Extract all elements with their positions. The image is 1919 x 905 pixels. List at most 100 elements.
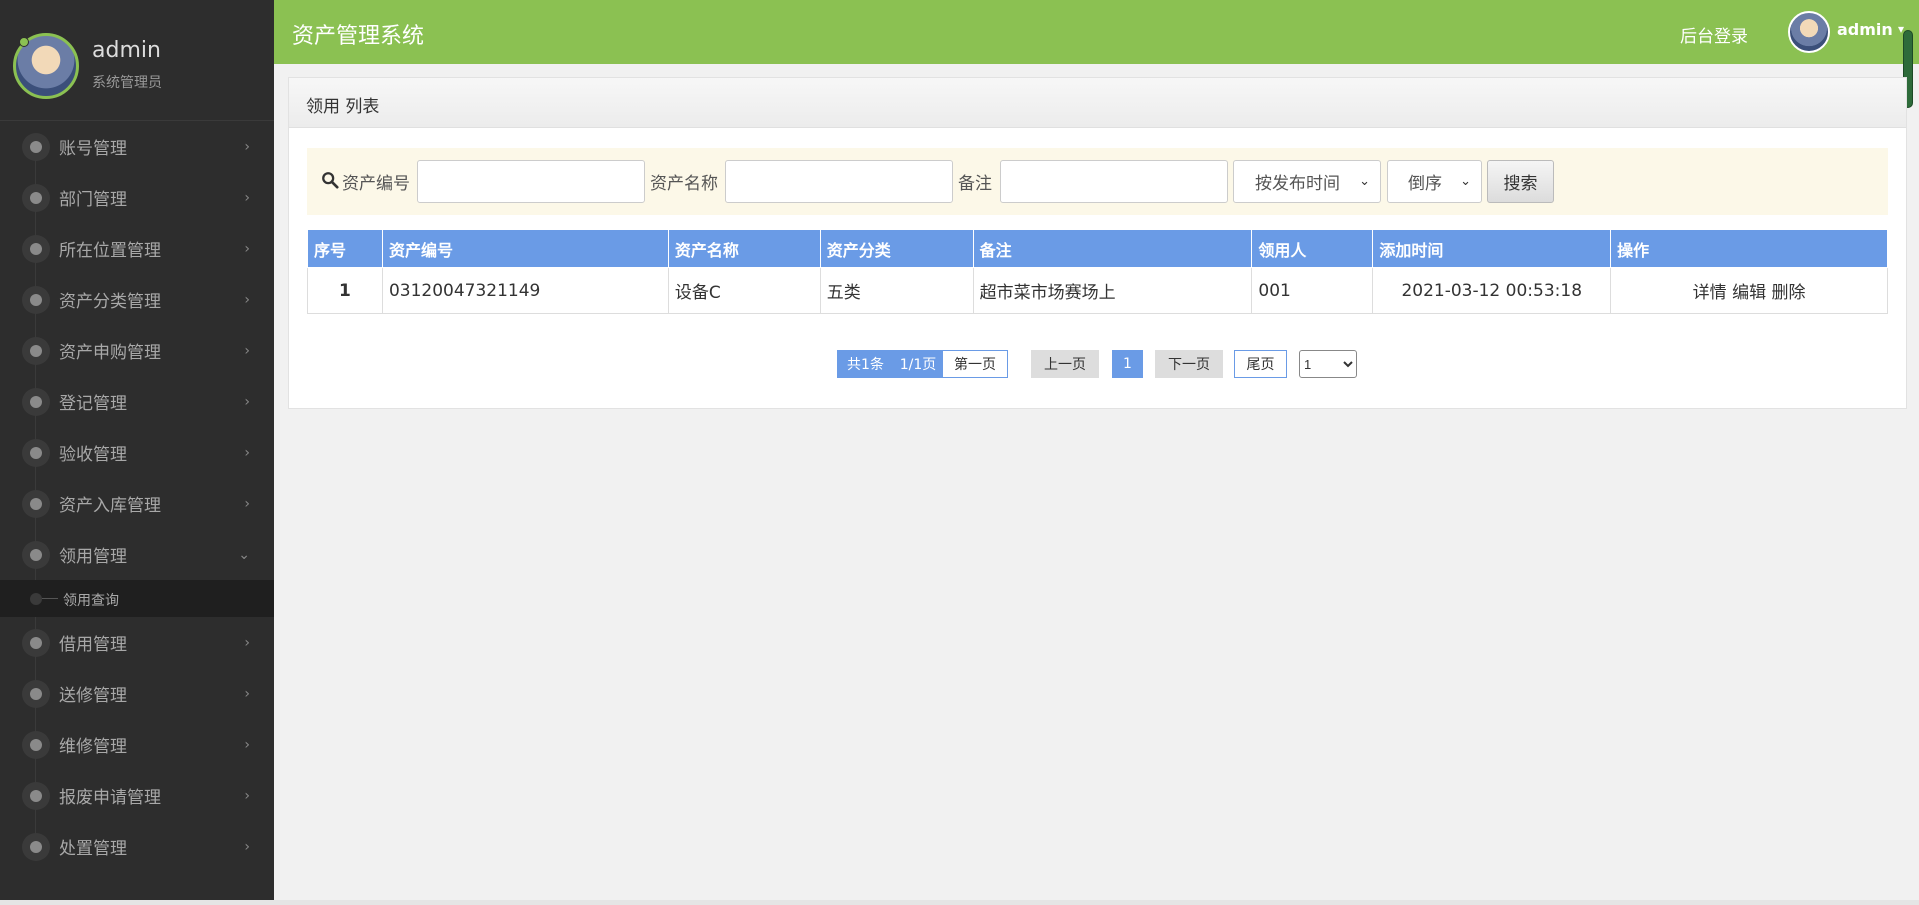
sidebar: admin 系统管理员 账号管理 › 部门管理 › 所在位置管理 › 资产分类管理 › … (0, 0, 274, 905)
user-menu-name[interactable]: admin (1837, 20, 1893, 39)
profile-role: 系统管理员 (92, 75, 162, 91)
chevron-right-icon: › (244, 444, 250, 461)
chevron-right-icon: › (244, 189, 250, 206)
sidebar-menu: 账号管理 › 部门管理 › 所在位置管理 › 资产分类管理 › 资产申购管理 › 登记管理… (0, 121, 274, 872)
globe-icon (22, 235, 50, 263)
sidebar-subitem-label: 领用查询 (63, 593, 119, 609)
globe-icon (22, 629, 50, 657)
pager-next-button[interactable]: 下一页 (1155, 350, 1223, 378)
cell-actions: 详情 编辑 删除 (1610, 267, 1888, 314)
sidebar-item-purchase[interactable]: 资产申购管理 › (0, 325, 274, 376)
column-header-note[interactable]: 备注 (972, 229, 1253, 268)
delete-link[interactable]: 删除 (1771, 283, 1805, 303)
chevron-down-icon: ⌄ (1359, 174, 1370, 189)
pager-prev-button[interactable]: 上一页 (1031, 350, 1099, 378)
user-avatar[interactable] (1788, 11, 1830, 53)
sidebar-item-register[interactable]: 登记管理 › (0, 376, 274, 427)
sort-field-value: 按发布时间 (1255, 174, 1340, 194)
panel-title: 领用 列表 (306, 97, 380, 117)
sidebar-item-disposal[interactable]: 处置管理 › (0, 821, 274, 872)
globe-icon (22, 184, 50, 212)
sidebar-item-department[interactable]: 部门管理 › (0, 172, 274, 223)
pager-first-button[interactable]: 第一页 (942, 350, 1008, 378)
note-input[interactable] (1000, 160, 1228, 203)
sidebar-item-acceptance[interactable]: 验收管理 › (0, 427, 274, 478)
chevron-right-icon: › (244, 393, 250, 410)
chevron-right-icon: › (244, 240, 250, 257)
globe-icon (22, 833, 50, 861)
sidebar-item-label: 资产入库管理 (59, 496, 161, 516)
cell-note: 超市菜市场赛场上 (972, 267, 1253, 314)
pager-last-button[interactable]: 尾页 (1234, 350, 1287, 378)
detail-link[interactable]: 详情 (1693, 283, 1727, 303)
chevron-right-icon: › (244, 291, 250, 308)
sidebar-item-send-repair[interactable]: 送修管理 › (0, 668, 274, 719)
sidebar-item-label: 账号管理 (59, 139, 127, 159)
globe-icon (22, 490, 50, 518)
sidebar-item-scrap-request[interactable]: 报废申请管理 › (0, 770, 274, 821)
sidebar-item-label: 部门管理 (59, 190, 127, 210)
online-status-icon (19, 37, 29, 47)
sort-order-select[interactable]: 倒序 ⌄ (1387, 160, 1482, 203)
globe-icon (22, 133, 50, 161)
sidebar-item-warehousing[interactable]: 资产入库管理 › (0, 478, 274, 529)
sidebar-item-maintenance[interactable]: 维修管理 › (0, 719, 274, 770)
connector-line (42, 598, 58, 599)
column-header-category[interactable]: 资产分类 (819, 229, 974, 268)
asset-name-input[interactable] (725, 160, 953, 203)
requisition-list-panel: 领用 列表 资产编号 资产名称 备注 按发布时间 ⌄ 倒序 ⌄ 搜索 序号 资产… (288, 77, 1907, 409)
asset-code-input[interactable] (417, 160, 645, 203)
sidebar-item-borrow[interactable]: 借用管理 › (0, 617, 274, 668)
column-header-code[interactable]: 资产编号 (381, 229, 669, 268)
bullet-icon (30, 593, 42, 605)
search-icon (322, 172, 339, 189)
column-header-actions: 操作 (1610, 229, 1888, 268)
chevron-right-icon: › (244, 685, 250, 702)
pager-jump-select[interactable]: 1 (1299, 350, 1357, 378)
sidebar-item-asset-category[interactable]: 资产分类管理 › (0, 274, 274, 325)
cell-user: 001 (1251, 267, 1374, 314)
globe-icon (22, 541, 50, 569)
sidebar-item-location[interactable]: 所在位置管理 › (0, 223, 274, 274)
sort-order-value: 倒序 (1408, 174, 1442, 194)
sidebar-item-label: 报废申请管理 (59, 788, 161, 808)
edit-link[interactable]: 编辑 (1732, 283, 1766, 303)
sidebar-item-label: 处置管理 (59, 839, 127, 859)
pager-pages: 1/1页 (894, 350, 942, 378)
sidebar-subitem-requisition-query[interactable]: 领用查询 (0, 580, 274, 617)
column-header-user[interactable]: 领用人 (1251, 229, 1374, 268)
pager-current-page[interactable]: 1 (1112, 350, 1143, 378)
admin-login-link[interactable]: 后台登录 (1680, 22, 1748, 47)
table-row: 1 03120047321149 设备C 五类 超市菜市场赛场上 001 202… (307, 267, 1888, 314)
chevron-right-icon: › (244, 787, 250, 804)
app-title: 资产管理系统 (292, 24, 425, 49)
column-header-name[interactable]: 资产名称 (667, 229, 821, 268)
column-header-time[interactable]: 添加时间 (1372, 229, 1612, 268)
avatar[interactable] (13, 33, 79, 99)
top-header: 资产管理系统 后台登录 admin ▾ (274, 0, 1919, 64)
search-button[interactable]: 搜索 (1487, 160, 1554, 203)
sidebar-item-label: 资产申购管理 (59, 343, 161, 363)
cell-name: 设备C (667, 267, 821, 314)
cell-code: 03120047321149 (381, 267, 669, 314)
sidebar-profile: admin 系统管理员 (0, 0, 274, 121)
chevron-right-icon: › (244, 138, 250, 155)
globe-icon (22, 782, 50, 810)
sidebar-item-label: 资产分类管理 (59, 292, 161, 312)
chevron-down-icon: ⌄ (238, 546, 250, 563)
cell-time: 2021-03-12 00:53:18 (1372, 267, 1612, 314)
globe-icon (22, 337, 50, 365)
sidebar-item-label: 借用管理 (59, 635, 127, 655)
cell-category: 五类 (819, 267, 974, 314)
column-header-index[interactable]: 序号 (307, 229, 383, 268)
globe-icon (22, 388, 50, 416)
globe-icon (22, 680, 50, 708)
sidebar-item-requisition[interactable]: 领用管理 ⌄ (0, 529, 274, 580)
table-header-row: 序号 资产编号 资产名称 资产分类 备注 领用人 添加时间 操作 (307, 229, 1888, 268)
globe-icon (22, 286, 50, 314)
sidebar-item-account[interactable]: 账号管理 › (0, 121, 274, 172)
sort-field-select[interactable]: 按发布时间 ⌄ (1233, 160, 1381, 203)
panel-header: 领用 列表 (289, 78, 1906, 128)
chevron-right-icon: › (244, 495, 250, 512)
asset-name-label: 资产名称 (650, 174, 718, 194)
